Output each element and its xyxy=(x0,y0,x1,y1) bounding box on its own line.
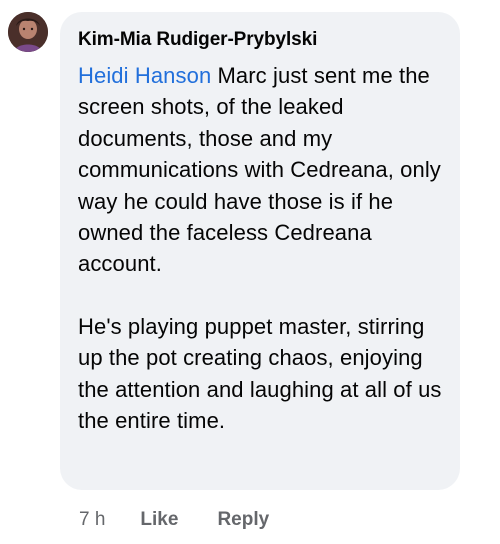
comment: Kim-Mia Rudiger-Prybylski Heidi Hanson M… xyxy=(0,0,500,544)
comment-actions: 7 h Like Reply xyxy=(79,507,308,533)
comment-text: Marc just sent me the screen shots, of t… xyxy=(78,63,441,277)
timestamp[interactable]: 7 h xyxy=(79,509,105,531)
author-name[interactable]: Kim-Mia Rudiger-Prybylski xyxy=(78,28,442,52)
comment-bubble: Kim-Mia Rudiger-Prybylski Heidi Hanson M… xyxy=(60,12,460,490)
mention-link[interactable]: Heidi Hanson xyxy=(78,63,211,88)
like-button[interactable]: Like xyxy=(140,509,178,531)
avatar[interactable] xyxy=(8,12,48,52)
avatar-photo-icon xyxy=(8,12,48,52)
comment-body: Heidi Hanson Marc just sent me the scree… xyxy=(78,60,442,436)
reply-button[interactable]: Reply xyxy=(217,509,269,531)
comment-paragraph-1: Heidi Hanson Marc just sent me the scree… xyxy=(78,60,442,280)
comment-paragraph-2: He's playing puppet master, stirring up … xyxy=(78,313,442,434)
